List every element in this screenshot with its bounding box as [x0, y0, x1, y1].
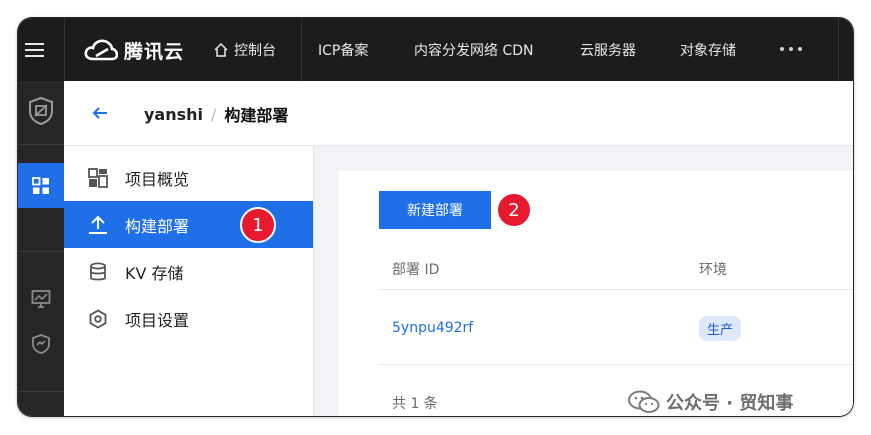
- page-title: 构建部署: [224, 106, 289, 125]
- rail-item-apps[interactable]: [18, 163, 64, 208]
- breadcrumb: yanshi / 构建部署: [144, 102, 288, 126]
- nav-label: ICP备案: [318, 42, 369, 59]
- sidenav-item-kv-storage[interactable]: KV 存储: [64, 248, 313, 295]
- project-sidenav: 项目概览 构建部署 1 KV 存储 项目设置: [64, 146, 314, 416]
- grid-apps-icon: [32, 176, 49, 194]
- column-header-env: 环境: [699, 262, 727, 278]
- icon-rail: [18, 81, 64, 416]
- menu-button[interactable]: [18, 18, 50, 81]
- pagination-total: 共 1 条: [392, 396, 438, 412]
- arrow-left-icon[interactable]: [90, 103, 110, 123]
- overview-icon: [87, 167, 109, 189]
- hamburger-icon: [24, 42, 44, 57]
- page-header: yanshi / 构建部署: [64, 81, 853, 146]
- app-window: 腾讯云 控制台 ICP备案 内容分发网络 CDN 云服务器 对象存储 yansh…: [18, 18, 853, 416]
- nav-label: 控制台: [234, 42, 276, 59]
- nav-cvm[interactable]: 云服务器: [580, 18, 636, 81]
- rail-item-monitor[interactable]: [18, 286, 64, 312]
- top-navbar: 腾讯云 控制台 ICP备案 内容分发网络 CDN 云服务器 对象存储: [18, 18, 853, 81]
- sidenav-item-label: 构建部署: [125, 216, 190, 236]
- sidenav-item-label: KV 存储: [125, 263, 184, 283]
- sidenav-item-settings[interactable]: 项目设置: [64, 295, 313, 342]
- monitor-shield-icon: [32, 334, 50, 354]
- monitor-chart-icon: [31, 290, 51, 308]
- cloud-logo-icon: [84, 39, 118, 61]
- step-marker-2: 2: [496, 192, 532, 228]
- deployments-card: 新建部署 2 部署 ID 环境 5ynpu492rf 生产 共 1 条: [339, 171, 853, 416]
- nav-label: 内容分发网络 CDN: [414, 42, 534, 59]
- watermark: 公众号 · 贸知事: [628, 389, 793, 415]
- rail-item-security[interactable]: [18, 331, 64, 357]
- brand-name: 腾讯云: [124, 40, 185, 63]
- sidenav-item-label: 项目设置: [125, 310, 190, 330]
- deploy-id-link[interactable]: 5ynpu492rf: [392, 320, 473, 336]
- sidenav-item-build-deploy[interactable]: 构建部署 1: [64, 201, 313, 248]
- brand-logo[interactable]: 腾讯云: [84, 36, 184, 64]
- sidenav-item-overview[interactable]: 项目概览: [64, 154, 313, 201]
- nav-console[interactable]: 控制台: [213, 18, 276, 81]
- table-divider: [379, 289, 853, 290]
- upload-icon: [87, 214, 109, 236]
- nav-cdn[interactable]: 内容分发网络 CDN: [414, 18, 533, 81]
- more-dots-icon[interactable]: [780, 47, 802, 51]
- step-marker-1: 1: [240, 207, 276, 243]
- nav-cos[interactable]: 对象存储: [680, 18, 736, 81]
- home-icon: [214, 42, 228, 57]
- breadcrumb-project[interactable]: yanshi: [144, 105, 203, 124]
- nav-label: 云服务器: [580, 42, 636, 59]
- sidenav-item-label: 项目概览: [125, 169, 190, 189]
- wechat-icon: [628, 390, 660, 413]
- new-deployment-button[interactable]: 新建部署: [379, 191, 491, 229]
- nav-icp[interactable]: ICP备案: [318, 18, 368, 81]
- rail-item-shield[interactable]: [18, 93, 64, 129]
- watermark-text: 公众号 · 贸知事: [666, 393, 794, 414]
- settings-hex-icon: [87, 308, 109, 330]
- column-header-deploy-id: 部署 ID: [392, 262, 440, 278]
- database-icon: [87, 261, 109, 283]
- shield-app-icon: [29, 96, 53, 126]
- breadcrumb-separator: /: [211, 104, 217, 124]
- main-content: 新建部署 2 部署 ID 环境 5ynpu492rf 生产 共 1 条: [314, 146, 853, 416]
- nav-label: 对象存储: [680, 42, 736, 59]
- table-divider: [379, 364, 853, 365]
- env-tag: 生产: [699, 316, 742, 341]
